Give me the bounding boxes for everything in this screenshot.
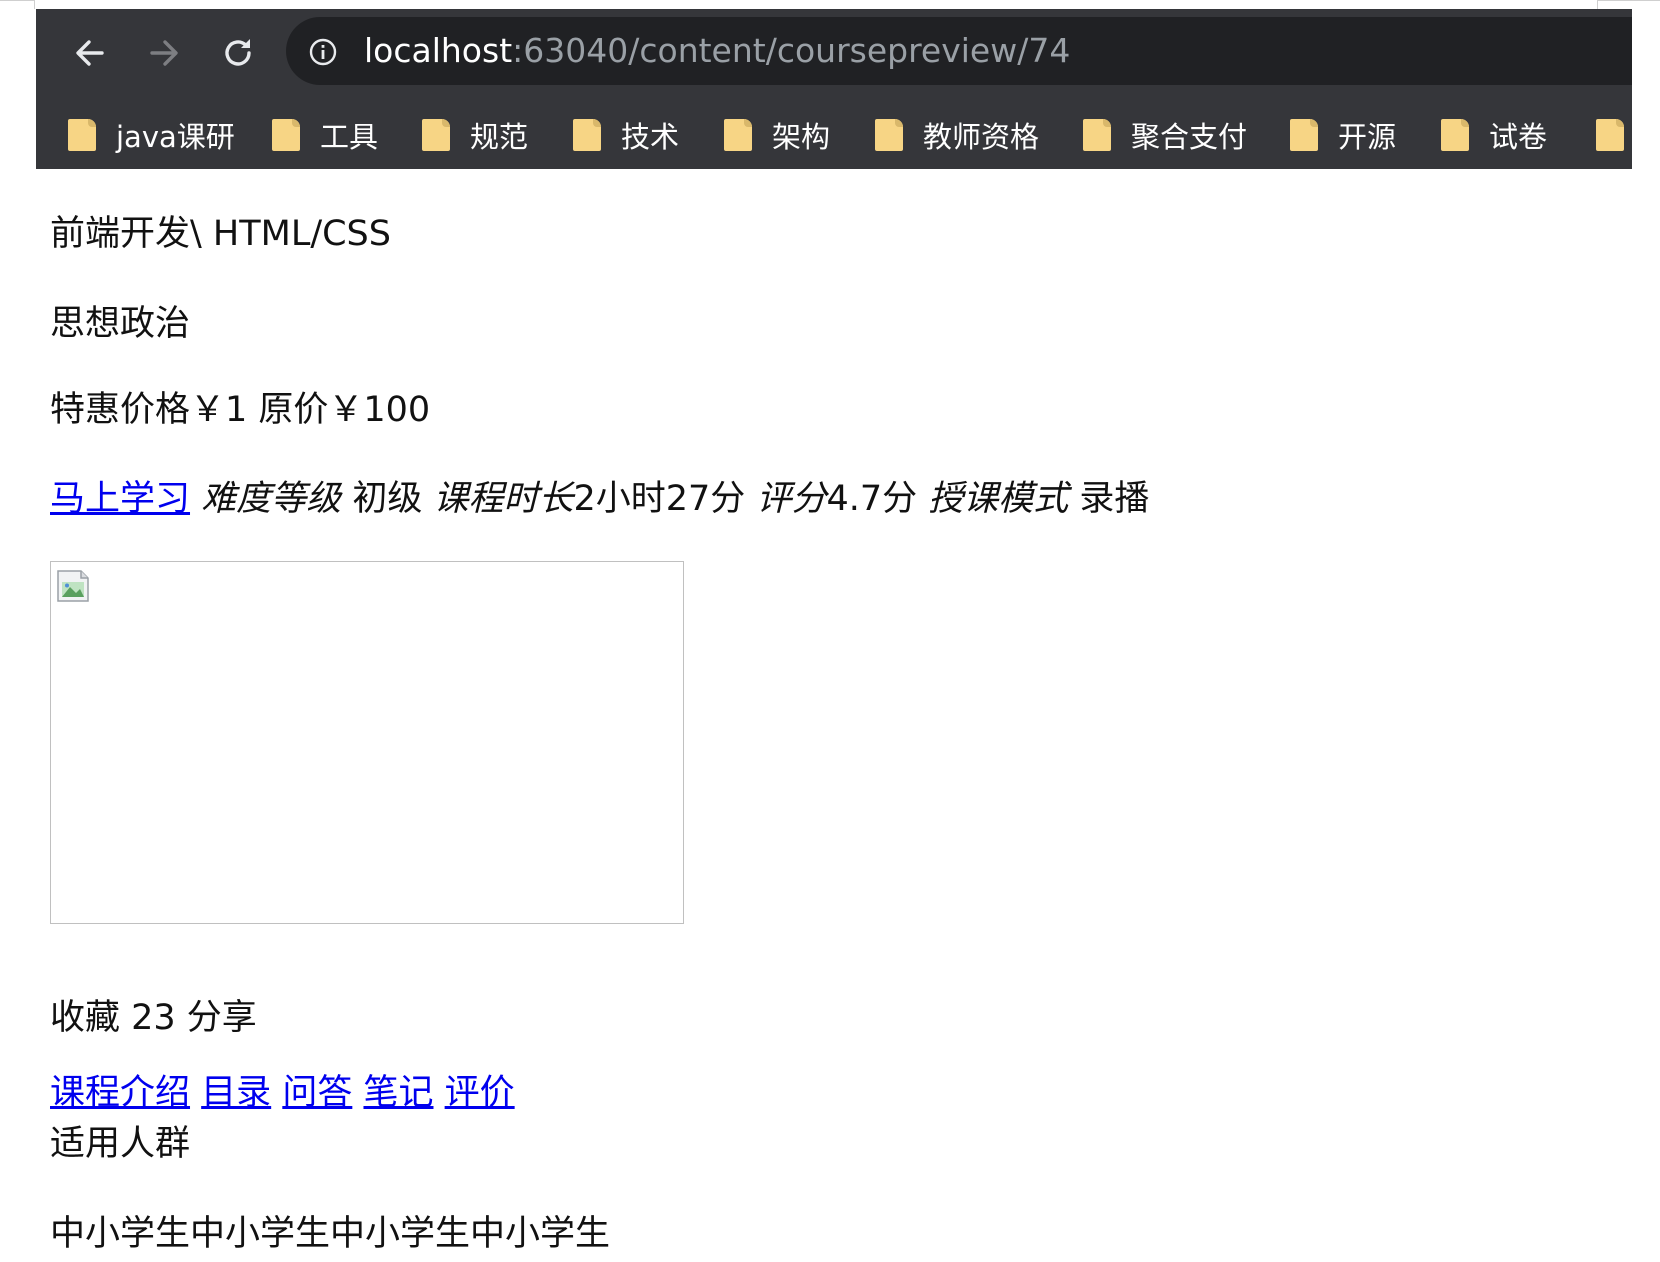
broken-image-icon — [57, 570, 89, 602]
bookmark-aggregate-pay[interactable]: 聚合支付 — [1083, 101, 1247, 169]
bookmarks-bar: java课研 工具 规范 技术 架构 教师资格 聚合支付 开源 试卷 — [36, 101, 1632, 169]
bookmark-teacher-qualification[interactable]: 教师资格 — [875, 101, 1039, 169]
tab-reviews[interactable]: 评价 — [445, 1073, 515, 1113]
bookmark-standards[interactable]: 规范 — [422, 101, 528, 169]
info-icon[interactable] — [308, 37, 338, 67]
bookmark-exams[interactable]: 试卷 — [1441, 101, 1547, 169]
audience-heading: 适用人群 — [50, 1124, 191, 1164]
folder-icon — [1596, 119, 1624, 151]
course-meta-line: 马上学习 难度等级 初级 课程时长2小时27分 评分4.7分 授课模式 录播 — [50, 475, 1149, 523]
difficulty-label: 难度等级 — [201, 479, 342, 519]
folder-icon — [1083, 119, 1111, 151]
bookmark-tools[interactable]: 工具 — [272, 101, 378, 169]
bookmark-open-source[interactable]: 开源 — [1290, 101, 1396, 169]
difficulty-value: 初级 — [352, 479, 423, 519]
folder-icon — [724, 119, 752, 151]
breadcrumb: 前端开发\ HTML/CSS — [50, 214, 391, 254]
bookmark-label: 教师资格 — [923, 120, 1040, 154]
url-text[interactable]: localhost:63040/content/coursepreview/74 — [364, 29, 1070, 73]
bookmark-java[interactable]: java课研 — [68, 101, 235, 169]
bookmark-label: 规范 — [470, 120, 529, 154]
folder-icon — [68, 119, 96, 151]
tab-catalog[interactable]: 目录 — [201, 1073, 271, 1113]
mode-label: 授课模式 — [928, 479, 1069, 519]
folder-icon — [573, 119, 601, 151]
url-path: :63040/content/coursepreview/74 — [512, 31, 1071, 70]
rating-value: 4.7分 — [826, 479, 918, 519]
favorite-share: 收藏 23 分享 — [50, 998, 257, 1038]
bookmark-label: java课研 — [116, 120, 235, 154]
duration-value: 2小时27分 — [573, 479, 746, 519]
window-corner-left — [0, 0, 35, 9]
bookmark-label: 技术 — [621, 120, 680, 154]
arrow-left-icon — [76, 40, 104, 66]
price-info: 特惠价格￥1 原价￥100 — [50, 390, 431, 430]
course-image — [50, 561, 684, 924]
forward-button[interactable] — [140, 29, 188, 77]
bookmark-label: 工具 — [320, 120, 379, 154]
bookmark-architecture[interactable]: 架构 — [724, 101, 830, 169]
url-host: localhost — [364, 31, 513, 70]
course-tabs: 课程介绍 目录 问答 笔记 评价 — [50, 1069, 515, 1117]
browser-toolbar: localhost:63040/content/coursepreview/74… — [36, 9, 1632, 169]
rating-label: 评分 — [756, 479, 827, 519]
folder-icon — [272, 119, 300, 151]
audience-text: 中小学生中小学生中小学生中小学生 — [50, 1214, 611, 1254]
bookmark-label: 开源 — [1338, 120, 1397, 154]
tab-notes[interactable]: 笔记 — [363, 1073, 433, 1113]
tab-qa[interactable]: 问答 — [282, 1073, 352, 1113]
start-study-link[interactable]: 马上学习 — [50, 479, 190, 519]
reload-button[interactable] — [214, 29, 262, 77]
bookmark-label: 试卷 — [1489, 120, 1548, 154]
duration-label: 课程时长 — [433, 479, 574, 519]
bookmark-label: 聚合支付 — [1131, 120, 1248, 154]
bookmark-overflow[interactable] — [1596, 101, 1644, 169]
reload-icon — [225, 39, 251, 66]
folder-icon — [1290, 119, 1318, 151]
address-bar[interactable]: localhost:63040/content/coursepreview/74 — [286, 17, 1632, 85]
arrow-right-icon — [150, 40, 178, 66]
mode-value: 录播 — [1079, 479, 1150, 519]
window-corner-right — [1597, 0, 1660, 9]
tab-intro[interactable]: 课程介绍 — [50, 1073, 190, 1113]
bookmark-label: 架构 — [772, 120, 831, 154]
folder-icon — [875, 119, 903, 151]
folder-icon — [1441, 119, 1469, 151]
back-button[interactable] — [66, 29, 114, 77]
course-category: 思想政治 — [50, 304, 191, 344]
folder-icon — [422, 119, 450, 151]
bookmark-tech[interactable]: 技术 — [573, 101, 679, 169]
